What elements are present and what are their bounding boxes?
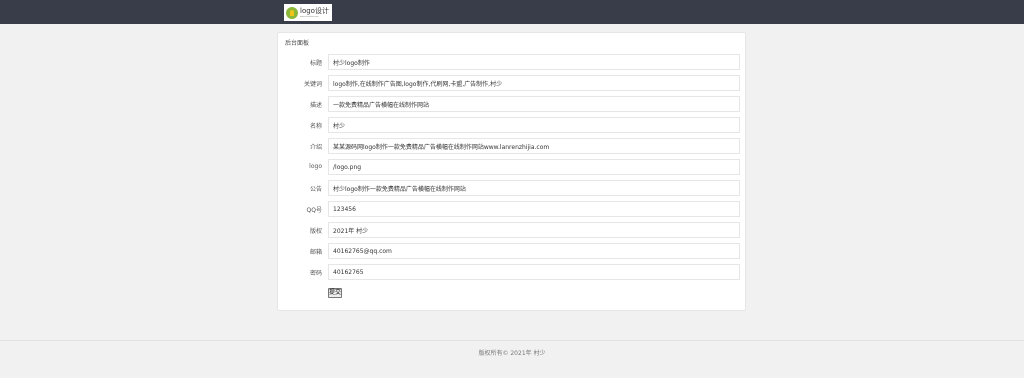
field-label-logo: logo <box>309 163 322 170</box>
intro-input[interactable] <box>328 138 740 154</box>
panel-title: 后台面板 <box>285 40 310 47</box>
field-label-keywords: 关键词 <box>303 81 322 88</box>
logo-input[interactable] <box>328 159 740 175</box>
keywords-input[interactable] <box>328 75 740 91</box>
copyright-input[interactable] <box>328 222 740 238</box>
form-row-logo: logo <box>278 159 747 175</box>
logo-text-group: logo设计 www.cunshao.com <box>300 6 329 18</box>
notice-input[interactable] <box>328 180 740 196</box>
logo-subtext: www.cunshao.com <box>300 15 319 18</box>
field-label-password: 密码 <box>309 270 322 277</box>
field-label-intro: 介绍 <box>309 144 322 151</box>
top-navbar: logo设计 www.cunshao.com <box>0 0 1024 24</box>
title-input[interactable] <box>328 54 740 70</box>
form-row-title: 标题 <box>278 54 747 70</box>
qq-input[interactable] <box>328 201 740 217</box>
field-label-title: 标题 <box>309 60 322 67</box>
field-label-notice: 公告 <box>309 186 322 193</box>
form-row-email: 邮箱 <box>278 243 747 259</box>
field-label-description: 描述 <box>309 102 322 109</box>
footer-copyright: 版权所有© 2021年 村少 <box>478 350 546 357</box>
logo-text: logo设计 <box>300 6 329 15</box>
form-row-intro: 介绍 <box>278 138 747 154</box>
settings-panel: 后台面板 标题 关键词 描述 名称 介绍 logo 公告 QQ号 版权 邮箱 <box>277 32 746 311</box>
form-row-password: 密码 <box>278 264 747 280</box>
description-input[interactable] <box>328 96 740 112</box>
leaf-logo-icon <box>286 6 298 19</box>
form-row-description: 描述 <box>278 96 747 112</box>
site-logo[interactable]: logo设计 www.cunshao.com <box>284 4 332 21</box>
field-label-copyright: 版权 <box>309 228 322 235</box>
field-label-name: 名称 <box>309 123 322 130</box>
field-label-qq: QQ号 <box>306 207 322 214</box>
email-input[interactable] <box>328 243 740 259</box>
form-row-name: 名称 <box>278 117 747 133</box>
form-row-qq: QQ号 <box>278 201 747 217</box>
name-input[interactable] <box>328 117 740 133</box>
footer-divider <box>0 340 1024 341</box>
password-input[interactable] <box>328 264 740 280</box>
form-row-copyright: 版权 <box>278 222 747 238</box>
field-label-email: 邮箱 <box>309 249 322 256</box>
form-row-keywords: 关键词 <box>278 75 747 91</box>
submit-button[interactable]: 提交 <box>328 288 342 298</box>
form-row-notice: 公告 <box>278 180 747 196</box>
